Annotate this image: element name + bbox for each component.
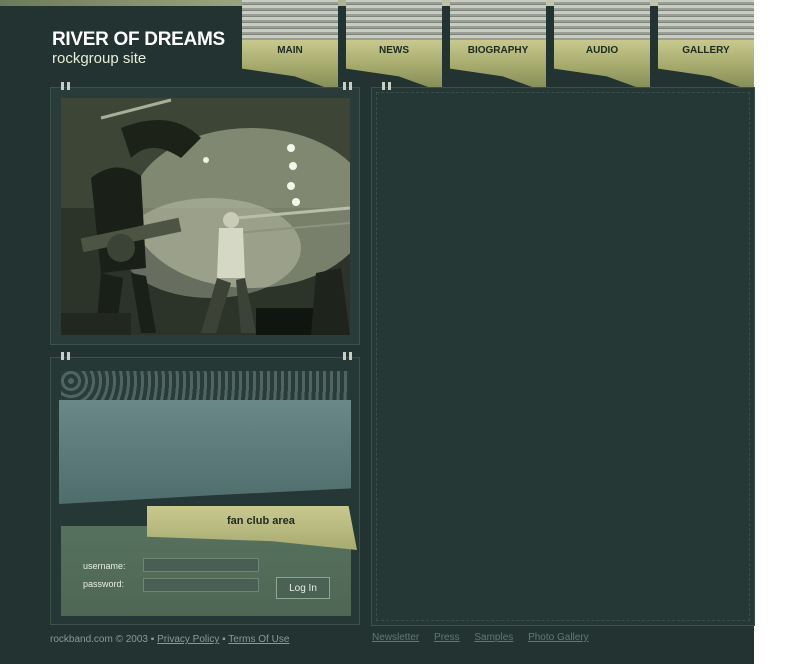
nav-tab-texture	[554, 0, 650, 42]
concert-image	[61, 98, 350, 335]
main-content-area	[376, 92, 750, 621]
nav-tab-texture	[242, 0, 338, 42]
nav-tab-audio[interactable]: AUDIO	[554, 0, 650, 92]
terms-of-use-link[interactable]: Terms Of Use	[228, 634, 289, 645]
frame-clip	[349, 352, 352, 360]
frame-clip	[388, 82, 391, 90]
texture-band	[61, 371, 349, 401]
nav-tab-texture	[450, 0, 546, 42]
main-nav: MAIN NEWS BIOGRAPHY AUDIO GALLERY	[242, 0, 754, 92]
site-subtitle: rockgroup site	[52, 50, 147, 67]
nav-tab-texture	[658, 0, 754, 42]
fan-club-title: fan club area	[227, 515, 295, 527]
band-photo	[61, 98, 350, 335]
frame-clip	[382, 82, 385, 90]
nav-tab-news[interactable]: NEWS	[346, 0, 442, 92]
nav-tab-label: MAIN	[277, 45, 303, 56]
nav-tab-main[interactable]: MAIN	[242, 0, 338, 92]
frame-clip	[61, 82, 64, 90]
site-logo[interactable]: RIVER OF DREAMS rockgroup site	[52, 30, 225, 68]
nav-tab-label: NEWS	[379, 45, 409, 56]
photo-gallery-link[interactable]: Photo Gallery	[528, 632, 589, 643]
privacy-policy-link[interactable]: Privacy Policy	[157, 634, 219, 645]
band-photo-frame	[50, 82, 360, 345]
nav-tab-label: BIOGRAPHY	[467, 45, 529, 56]
password-label: password:	[83, 579, 125, 589]
news-preview-panel	[59, 400, 351, 504]
footer: rockband.com © 2003 ▪ Privacy Policy ▪ T…	[50, 634, 289, 645]
footer-separator: ▪	[222, 634, 226, 645]
frame-clip	[67, 352, 70, 360]
password-input[interactable]	[143, 578, 259, 592]
nav-tab-label: GALLERY	[682, 45, 730, 56]
frame-clip	[61, 352, 64, 360]
samples-link[interactable]: Samples	[474, 632, 513, 643]
page-edge	[754, 0, 812, 664]
username-input[interactable]	[143, 558, 259, 572]
newsletter-link[interactable]: Newsletter	[372, 632, 419, 643]
site-title: RIVER OF DREAMS	[52, 29, 225, 50]
fan-club-panel: username: password: Log In fan club area	[50, 352, 360, 625]
nav-tab-gallery[interactable]: GALLERY	[658, 0, 754, 92]
frame-clip	[343, 352, 346, 360]
frame-clip	[343, 82, 346, 90]
nav-tab-biography[interactable]: BIOGRAPHY	[450, 0, 546, 92]
copyright-text: rockband.com © 2003	[50, 634, 148, 645]
press-link[interactable]: Press	[434, 632, 460, 643]
footer-separator: ▪	[150, 634, 155, 645]
frame-clip	[67, 82, 70, 90]
footer-links: Newsletter Press Samples Photo Gallery	[372, 632, 601, 643]
main-content-panel	[371, 82, 755, 626]
nav-tab-label: AUDIO	[585, 45, 619, 56]
login-button[interactable]: Log In	[276, 577, 330, 599]
username-label: username:	[83, 561, 126, 571]
nav-tab-texture	[346, 0, 442, 42]
frame-clip	[349, 82, 352, 90]
